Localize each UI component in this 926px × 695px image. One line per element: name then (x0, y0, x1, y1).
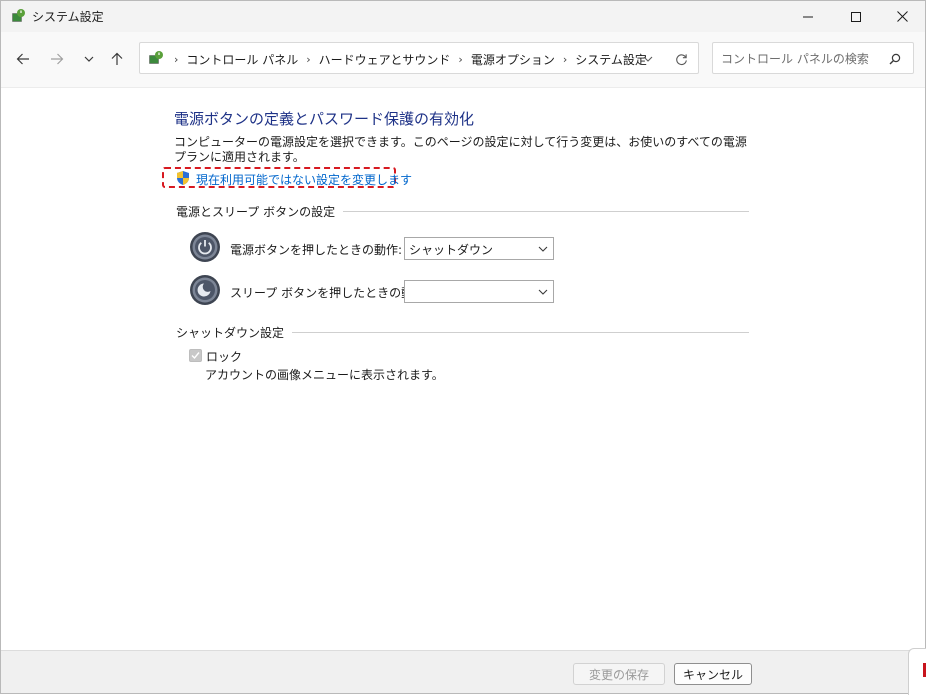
navigation-bar: › コントロール パネル › ハードウェアとサウンド › 電源オプション › シ… (1, 32, 925, 88)
close-button[interactable] (879, 1, 925, 32)
background-window-edge (908, 648, 926, 695)
search-input[interactable] (719, 49, 883, 69)
section-label: 電源とスリープ ボタンの設定 (176, 205, 336, 219)
uac-shield-icon (177, 171, 189, 185)
power-button-icon (190, 232, 220, 262)
arrow-right-icon (51, 53, 64, 65)
refresh-icon (675, 53, 687, 65)
arrow-left-icon (16, 53, 29, 65)
power-button-action-select[interactable]: シャットダウン (404, 237, 554, 260)
lock-description: アカウントの画像メニューに表示されます。 (205, 368, 444, 382)
checkmark-icon (191, 352, 200, 360)
shutdown-section-header: シャットダウン設定 (176, 324, 749, 341)
breadcrumb: › コントロール パネル › ハードウェアとサウンド › 電源オプション › シ… (170, 51, 647, 68)
chevron-down-icon (537, 243, 549, 255)
chevron-right-icon[interactable]: › (306, 53, 310, 66)
chevron-down-icon (643, 56, 653, 62)
sleep-button-action-select[interactable] (404, 280, 554, 303)
breadcrumb-control-panel[interactable]: コントロール パネル (186, 51, 298, 68)
minimize-icon (803, 16, 813, 17)
power-button-action-label: 電源ボタンを押したときの動作: (230, 243, 403, 257)
chevron-right-icon: › (174, 53, 179, 66)
close-icon (896, 11, 908, 22)
breadcrumb-hardware-and-sound[interactable]: ハードウェアとサウンド (319, 51, 451, 68)
main-content: 電源ボタンの定義とパスワード保護の有効化 コンピューターの電源設定を選択できます… (1, 88, 925, 648)
chevron-down-icon (537, 286, 549, 298)
breadcrumb-system-settings[interactable]: システム設定 (575, 51, 647, 68)
change-unavailable-settings-link[interactable]: 現在利用可能ではない設定を変更します (196, 171, 412, 188)
maximize-button[interactable] (833, 1, 879, 32)
chevron-right-icon[interactable]: › (458, 53, 462, 66)
chevron-down-icon (84, 56, 94, 62)
recent-locations-button[interactable] (77, 47, 101, 71)
breadcrumb-power-options[interactable]: 電源オプション (471, 51, 555, 68)
title-bar: システム設定 (1, 1, 925, 32)
chevron-right-icon[interactable]: › (563, 53, 567, 66)
address-history-button[interactable] (640, 51, 656, 67)
save-changes-button[interactable]: 変更の保存 (573, 663, 665, 685)
section-label: シャットダウン設定 (176, 326, 285, 340)
minimize-button[interactable] (785, 1, 831, 32)
power-sleep-section-header: 電源とスリープ ボタンの設定 (176, 203, 749, 220)
system-settings-window: システム設定 › コントロール パネル › ハードウェアとサウンド › 電源オプ… (0, 0, 926, 694)
change-unavailable-settings-highlight: 現在利用可能ではない設定を変更します (162, 167, 412, 188)
divider (343, 211, 749, 212)
divider (292, 332, 749, 333)
page-description: コンピューターの電源設定を選択できます。このページの設定に対して行う変更は、お使… (174, 135, 747, 164)
power-options-app-icon (12, 9, 25, 22)
address-bar[interactable]: › コントロール パネル › ハードウェアとサウンド › 電源オプション › シ… (139, 42, 699, 74)
footer-bar: 変更の保存 キャンセル (1, 650, 925, 693)
window-title: システム設定 (32, 10, 104, 24)
page-title: 電源ボタンの定義とパスワード保護の有効化 (174, 110, 475, 128)
lock-checkbox[interactable] (189, 349, 202, 362)
lock-label: ロック (206, 350, 243, 364)
search-box[interactable] (712, 42, 914, 74)
select-value: シャットダウン (409, 243, 494, 257)
refresh-button[interactable] (672, 50, 690, 68)
arrow-up-icon (111, 52, 123, 65)
maximize-icon (851, 11, 861, 22)
sleep-button-icon (190, 275, 220, 305)
search-icon[interactable] (887, 51, 903, 67)
sleep-button-action-label: スリープ ボタンを押したときの動作: (230, 286, 430, 300)
back-button[interactable] (11, 47, 35, 71)
cancel-button[interactable]: キャンセル (674, 663, 752, 685)
control-panel-icon (149, 51, 163, 64)
forward-button[interactable] (45, 47, 69, 71)
up-button[interactable] (105, 47, 129, 71)
